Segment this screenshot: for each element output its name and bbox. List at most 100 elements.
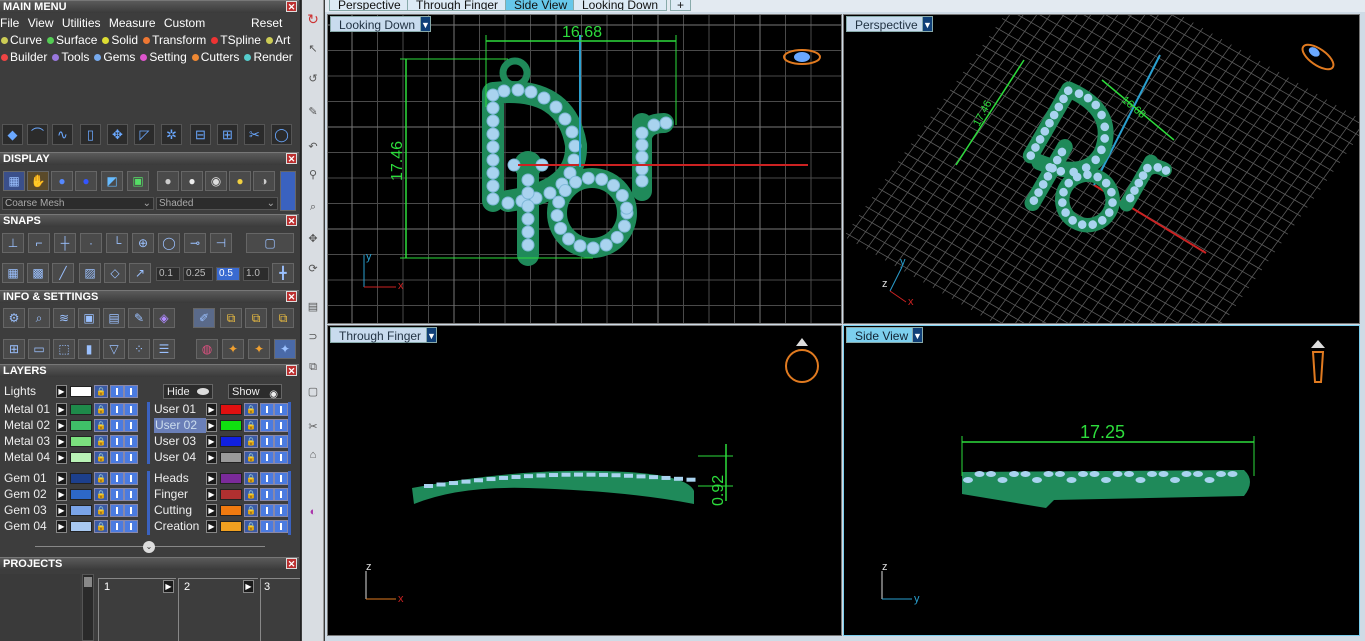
- visibility-toggle[interactable]: [260, 435, 274, 448]
- box-icon[interactable]: ▩: [27, 263, 49, 283]
- layer-row[interactable]: Gem 04 ▶ 🔒: [4, 519, 144, 534]
- sphere-dark-icon[interactable]: ●: [75, 171, 97, 191]
- projects-scrollbar[interactable]: [82, 574, 94, 641]
- menu-file[interactable]: File: [0, 16, 19, 30]
- spark-icon[interactable]: ✦: [222, 339, 244, 359]
- lock-icon[interactable]: 🔒: [244, 435, 258, 448]
- view-ring-front-icon[interactable]: [785, 338, 819, 383]
- layer-color-swatch[interactable]: [70, 505, 92, 516]
- rotate-icon[interactable]: ⟳: [306, 262, 320, 276]
- snap-value-01[interactable]: 0.1: [156, 267, 180, 281]
- render-preview-icon[interactable]: ◩: [101, 171, 123, 191]
- layer-color-swatch[interactable]: [220, 505, 242, 516]
- lock-icon[interactable]: 🔒: [244, 488, 258, 501]
- wireframe-icon[interactable]: ▦: [3, 171, 25, 191]
- layer-color-swatch[interactable]: [70, 386, 92, 397]
- close-icon[interactable]: ✕: [286, 291, 297, 302]
- paste-icon[interactable]: ▢: [306, 385, 320, 399]
- snap-curve-icon[interactable]: ⌐: [28, 233, 50, 253]
- project-slot[interactable]: 1 ▶: [98, 578, 176, 641]
- expand-arrow-icon[interactable]: ▶: [206, 472, 217, 485]
- layer-color-swatch[interactable]: [70, 420, 92, 431]
- hook-icon[interactable]: ⊃: [306, 330, 320, 344]
- palette-icon[interactable]: ◐: [306, 505, 320, 519]
- snap-point-icon[interactable]: ·: [80, 233, 102, 253]
- select-frame-icon[interactable]: ⧉: [220, 308, 242, 328]
- close-icon[interactable]: ✕: [286, 1, 297, 12]
- visibility-toggle[interactable]: [110, 472, 124, 485]
- wire-cube-icon[interactable]: ⬚: [53, 339, 75, 359]
- document-icon[interactable]: ▤: [103, 308, 125, 328]
- visibility-toggle[interactable]: [274, 488, 288, 501]
- hide-button[interactable]: Hide: [163, 384, 213, 399]
- layer-row[interactable]: User 04 ▶ 🔒: [154, 450, 294, 465]
- expand-arrow-icon[interactable]: ▶: [56, 385, 67, 398]
- category-tspline[interactable]: TSpline: [211, 33, 261, 47]
- visibility-toggle[interactable]: [274, 520, 288, 533]
- monitor-icon[interactable]: ▭: [28, 339, 50, 359]
- bezier-icon[interactable]: ∿: [52, 124, 73, 145]
- lock-icon[interactable]: 🔒: [244, 520, 258, 533]
- reset-button[interactable]: Reset: [251, 16, 282, 30]
- layer-row[interactable]: Metal 04 ▶ 🔒: [4, 450, 144, 465]
- cubes-icon[interactable]: ◆: [2, 124, 23, 145]
- extrude-icon[interactable]: ▯: [80, 124, 101, 145]
- lock-icon[interactable]: 🔒: [244, 472, 258, 485]
- snap-perp-icon[interactable]: ⊣: [210, 233, 232, 253]
- expand-arrow-icon[interactable]: ▶: [56, 451, 67, 464]
- layer-color-swatch[interactable]: [220, 436, 242, 447]
- lock-icon[interactable]: 🔒: [94, 451, 108, 464]
- layer-row[interactable]: Creation ▶ 🔒: [154, 519, 294, 534]
- layer-color-swatch[interactable]: [220, 473, 242, 484]
- screen-icon[interactable]: ▣: [127, 171, 149, 191]
- sphere-matte-icon[interactable]: ◑: [253, 171, 275, 191]
- select-frame-3-icon[interactable]: ⧉: [272, 308, 294, 328]
- visibility-toggle[interactable]: [124, 472, 138, 485]
- scale-icon[interactable]: ◸: [134, 124, 155, 145]
- visibility-toggle[interactable]: [110, 451, 124, 464]
- expand-arrow-icon[interactable]: ▶: [56, 403, 67, 416]
- refresh-icon[interactable]: ↺: [306, 72, 320, 86]
- expand-arrow-icon[interactable]: ▶: [56, 488, 67, 501]
- windows-icon[interactable]: ⊞: [3, 339, 25, 359]
- spark-2-icon[interactable]: ✦: [248, 339, 270, 359]
- list-icon[interactable]: ☰: [153, 339, 175, 359]
- visibility-toggle[interactable]: [124, 504, 138, 517]
- lock-icon[interactable]: 🔒: [94, 385, 108, 398]
- category-cutters[interactable]: Cutters: [191, 50, 239, 64]
- snap-corner-icon[interactable]: └: [106, 233, 128, 253]
- spark-3-icon[interactable]: ✦: [274, 339, 296, 359]
- category-builder[interactable]: Builder: [1, 50, 47, 64]
- expand-arrow-icon[interactable]: ▶: [206, 520, 217, 533]
- expand-arrow-icon[interactable]: ▶: [206, 435, 217, 448]
- lock-icon[interactable]: 🔒: [94, 419, 108, 432]
- display-side-toggle[interactable]: [280, 171, 296, 211]
- lock-icon[interactable]: 🔒: [94, 472, 108, 485]
- visibility-toggle[interactable]: [110, 419, 124, 432]
- view-ring-icon[interactable]: [783, 49, 821, 65]
- snap-arrow-icon[interactable]: ↗: [129, 263, 151, 283]
- layer-color-swatch[interactable]: [220, 420, 242, 431]
- snap-crosshair-icon[interactable]: ╋: [272, 263, 294, 283]
- layer-row[interactable]: User 01 ▶ 🔒: [154, 402, 294, 417]
- snap-grid-button[interactable]: ▢: [246, 233, 294, 253]
- lock-icon[interactable]: 🔒: [94, 403, 108, 416]
- visibility-toggle[interactable]: [274, 451, 288, 464]
- tab-side-view[interactable]: Side View: [505, 0, 577, 11]
- view-ring-icon[interactable]: [1299, 40, 1338, 74]
- layer-color-swatch[interactable]: [220, 404, 242, 415]
- viewport-menu-dropdown[interactable]: ▼: [420, 16, 431, 32]
- visibility-toggle[interactable]: [274, 504, 288, 517]
- layer-color-swatch[interactable]: [70, 404, 92, 415]
- lock-icon[interactable]: 🔒: [94, 504, 108, 517]
- expand-arrow-icon[interactable]: ▶: [206, 419, 217, 432]
- tag-icon[interactable]: ⌂: [306, 448, 320, 462]
- plane-icon[interactable]: ◇: [104, 263, 126, 283]
- layer-row-lights[interactable]: Lights ▶ 🔒: [4, 384, 144, 399]
- visibility-toggle[interactable]: [274, 472, 288, 485]
- close-icon[interactable]: ✕: [286, 365, 297, 376]
- layer-color-swatch[interactable]: [70, 521, 92, 532]
- lock-icon[interactable]: 🔒: [94, 488, 108, 501]
- view-ring-side-icon[interactable]: [1311, 340, 1325, 383]
- brush-icon[interactable]: ✐: [193, 308, 215, 328]
